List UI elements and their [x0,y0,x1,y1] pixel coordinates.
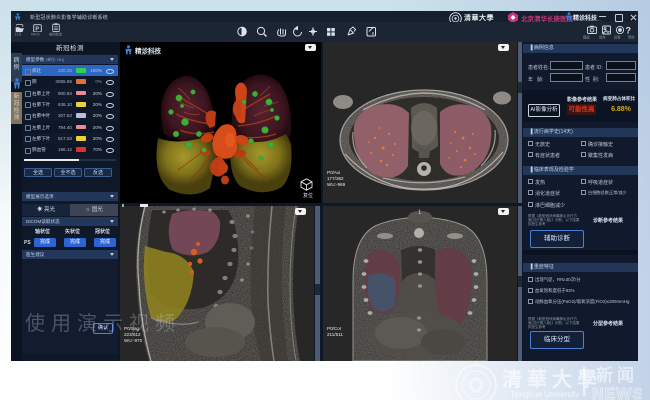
svg-text:P: P [35,26,39,32]
svg-text:?: ? [626,26,632,35]
